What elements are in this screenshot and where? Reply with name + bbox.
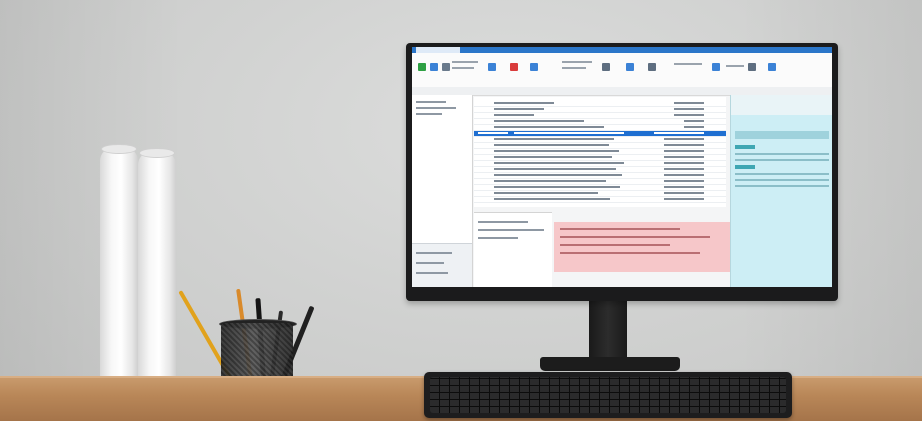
ribbon-button-5[interactable] [510,63,518,71]
nav-footer [412,243,472,287]
ribbon-button-11[interactable] [748,63,756,71]
warnings-panel [554,222,730,272]
summary-header [731,95,832,115]
nav-footer-item[interactable] [416,252,452,254]
warning-line [560,244,670,246]
ribbon-button-9[interactable] [648,63,656,71]
ribbon-button-8[interactable] [626,63,634,71]
ribbon-button-2[interactable] [430,63,438,71]
ribbon-toolbar [412,53,832,88]
nav-item[interactable] [416,113,442,115]
summary-line [735,153,829,155]
summary-tag [735,145,755,149]
monitor-stand-base [540,357,680,371]
warning-line [560,228,680,230]
ribbon-button-12[interactable] [768,63,776,71]
ribbon-button-3[interactable] [442,63,450,71]
details-line [478,229,544,231]
data-grid [474,97,726,207]
keyboard-keys [430,377,786,413]
navigation-tree [412,95,473,287]
nav-footer-item[interactable] [416,262,444,264]
ribbon-label-5 [674,63,702,65]
paper-roll-right-top [139,148,175,158]
ribbon-button-10[interactable] [712,63,720,71]
summary-side-panel [730,95,832,287]
ribbon-button-1[interactable] [418,63,426,71]
summary-tag [735,165,755,169]
warning-line [560,252,700,254]
warning-line [560,236,710,238]
details-line [478,221,528,223]
ribbon-label-2 [452,67,474,69]
summary-line [735,185,829,187]
summary-line [735,179,829,181]
summary-subheader [735,131,829,139]
paper-roll-left-top [101,144,137,154]
nav-item[interactable] [416,101,446,103]
photo-scene [0,0,922,421]
ribbon-label-6 [726,65,744,67]
summary-line [735,173,829,175]
ribbon-button-7[interactable] [602,63,610,71]
ribbon-button-4[interactable] [488,63,496,71]
nav-item[interactable] [416,107,456,109]
ribbon-label-1 [452,61,478,63]
nav-footer-item[interactable] [416,272,448,274]
ribbon-label-4 [562,67,586,69]
ribbon-label-3 [562,61,592,63]
ribbon-button-6[interactable] [530,63,538,71]
summary-line [735,159,829,161]
monitor-stand-neck [589,301,627,359]
table-row[interactable] [474,197,726,203]
monitor-screen [412,47,832,287]
details-panel [474,212,552,287]
details-line [478,237,518,239]
